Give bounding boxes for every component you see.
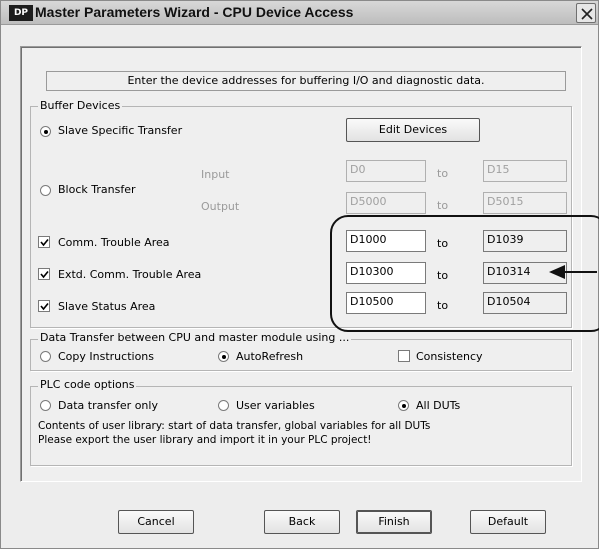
instruction-text: Enter the device addresses for buffering… bbox=[46, 71, 566, 91]
edit-devices-button[interactable]: Edit Devices bbox=[346, 118, 480, 142]
output-to-label: to bbox=[437, 199, 449, 212]
title-bar[interactable]: DP Master Parameters Wizard - CPU Device… bbox=[1, 1, 598, 25]
autorefresh-radio[interactable] bbox=[218, 351, 229, 362]
close-icon bbox=[581, 8, 593, 20]
back-button[interactable]: Back bbox=[264, 510, 340, 534]
cancel-button[interactable]: Cancel bbox=[118, 510, 194, 534]
plc-info-line1: Contents of user library: start of data … bbox=[38, 420, 431, 432]
close-button[interactable] bbox=[576, 3, 596, 23]
output-from-field[interactable]: D5000 bbox=[346, 192, 426, 214]
block-transfer-label[interactable]: Block Transfer bbox=[58, 183, 135, 196]
slave-status-checkbox[interactable] bbox=[38, 300, 50, 312]
dp-app-icon: DP bbox=[9, 5, 33, 21]
copy-instructions-radio[interactable] bbox=[40, 351, 51, 362]
plc-info-line2: Please export the user library and impor… bbox=[38, 434, 372, 446]
comm-trouble-label[interactable]: Comm. Trouble Area bbox=[58, 236, 170, 249]
autorefresh-label[interactable]: AutoRefresh bbox=[236, 350, 303, 363]
checkmark-icon bbox=[40, 270, 49, 279]
extd-comm-trouble-label[interactable]: Extd. Comm. Trouble Area bbox=[58, 268, 201, 281]
output-label: Output bbox=[201, 200, 240, 213]
copy-instructions-label[interactable]: Copy Instructions bbox=[58, 350, 154, 363]
consistency-checkbox[interactable] bbox=[398, 350, 410, 362]
user-variables-radio[interactable] bbox=[218, 400, 229, 411]
data-transfer-label: Data Transfer between CPU and master mod… bbox=[38, 331, 352, 344]
input-to-label: to bbox=[437, 167, 449, 180]
data-transfer-only-label[interactable]: Data transfer only bbox=[58, 399, 158, 412]
slave-specific-transfer-radio[interactable] bbox=[40, 126, 51, 137]
output-to-field[interactable]: D5015 bbox=[483, 192, 567, 214]
block-transfer-radio[interactable] bbox=[40, 185, 51, 196]
checkmark-icon bbox=[40, 238, 49, 247]
default-button[interactable]: Default bbox=[470, 510, 546, 534]
checkmark-icon bbox=[40, 302, 49, 311]
finish-button[interactable]: Finish bbox=[356, 510, 432, 534]
all-duts-radio[interactable] bbox=[398, 400, 409, 411]
annotation-arrow-icon bbox=[549, 265, 597, 279]
input-to-field[interactable]: D15 bbox=[483, 160, 567, 182]
data-transfer-only-radio[interactable] bbox=[40, 400, 51, 411]
comm-trouble-checkbox[interactable] bbox=[38, 236, 50, 248]
window-title: Master Parameters Wizard - CPU Device Ac… bbox=[35, 4, 354, 20]
user-variables-label[interactable]: User variables bbox=[236, 399, 315, 412]
plc-code-options-label: PLC code options bbox=[38, 378, 137, 391]
slave-specific-transfer-label[interactable]: Slave Specific Transfer bbox=[58, 124, 182, 137]
all-duts-label[interactable]: All DUTs bbox=[416, 399, 460, 412]
slave-status-label[interactable]: Slave Status Area bbox=[58, 300, 155, 313]
input-label: Input bbox=[201, 168, 230, 181]
consistency-label[interactable]: Consistency bbox=[416, 350, 483, 363]
extd-comm-trouble-checkbox[interactable] bbox=[38, 268, 50, 280]
input-from-field[interactable]: D0 bbox=[346, 160, 426, 182]
buffer-devices-label: Buffer Devices bbox=[38, 99, 123, 112]
